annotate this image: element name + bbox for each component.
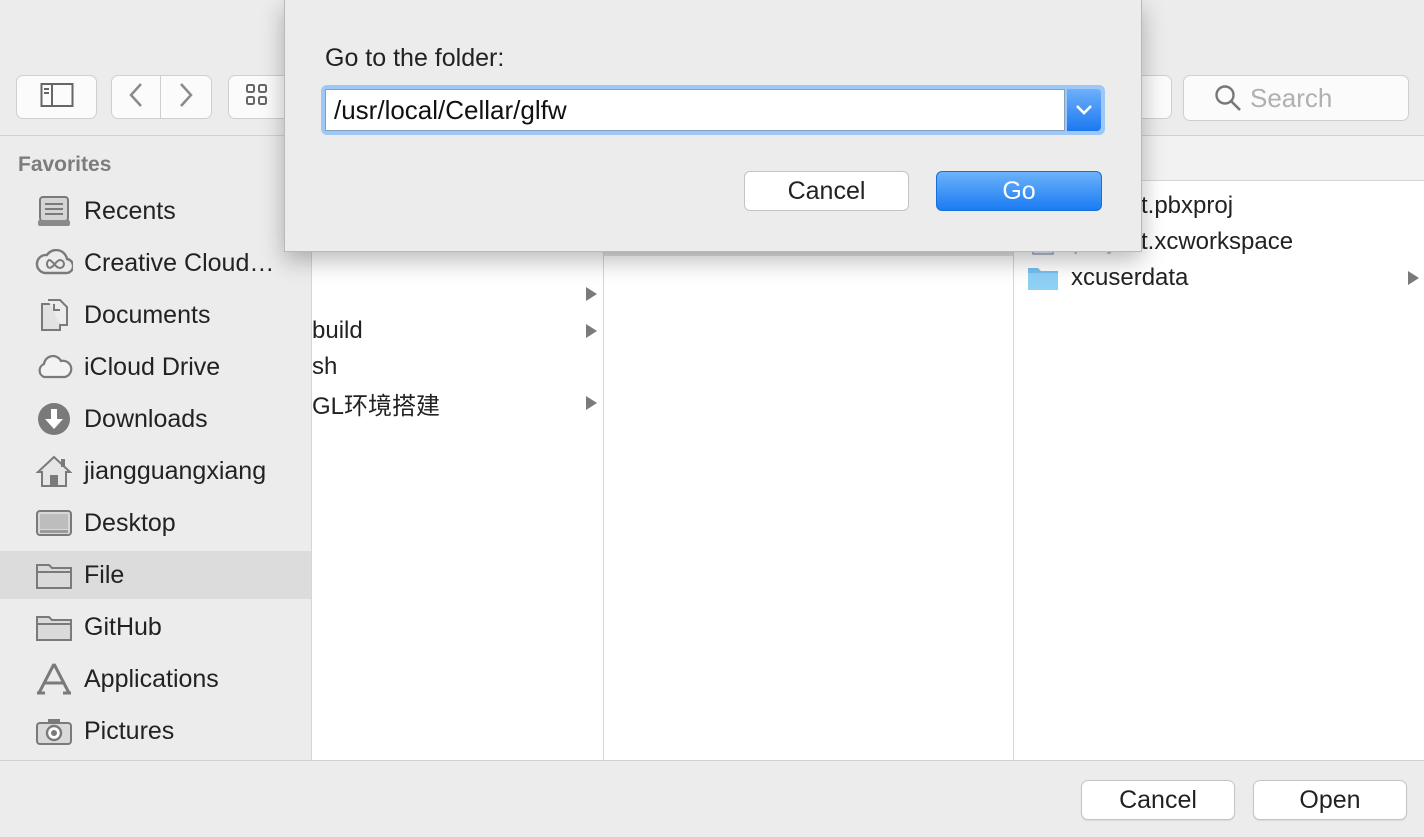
- search-placeholder: Search: [1250, 82, 1333, 113]
- sidebar-item-label: Pictures: [84, 716, 175, 745]
- recents-icon: [34, 191, 74, 231]
- applications-icon: [34, 659, 74, 699]
- list-item-label: t.xcworkspace: [1141, 228, 1294, 255]
- disclosure-arrow-icon: [586, 396, 597, 410]
- sidebar-item-label: Recents: [84, 196, 176, 225]
- sidebar-item-pictures[interactable]: Pictures: [0, 707, 311, 755]
- sidebar-item-downloads[interactable]: Downloads: [0, 395, 311, 443]
- disclosure-arrow-icon: [586, 287, 597, 301]
- sidebar-item-desktop[interactable]: Desktop: [0, 499, 311, 547]
- documents-icon: [34, 295, 74, 335]
- list-item[interactable]: [312, 276, 603, 312]
- sidebar-item-documents[interactable]: Documents: [0, 291, 311, 339]
- go-button[interactable]: Go: [936, 171, 1102, 211]
- path-combo-box[interactable]: /usr/local/Cellar/glfw: [321, 85, 1105, 135]
- sidebar-item-label: Creative Cloud…: [84, 248, 275, 277]
- disclosure-arrow-icon: [1408, 271, 1419, 285]
- sidebar-toggle-button[interactable]: [16, 75, 97, 119]
- list-item-label: build: [312, 317, 363, 344]
- sidebar-item-recents[interactable]: Recents: [0, 187, 311, 235]
- go-to-folder-sheet: Go to the folder: /usr/local/Cellar/glfw…: [284, 0, 1142, 252]
- disclosure-arrow-icon: [586, 324, 597, 338]
- sidebar-item-label: jiangguangxiang: [84, 456, 267, 485]
- sidebar-item-icloud-drive[interactable]: iCloud Drive: [0, 343, 311, 391]
- sidebar-item-file[interactable]: File: [0, 551, 311, 599]
- sidebar-icon: [40, 82, 74, 113]
- folder-icon: [1027, 265, 1059, 291]
- sheet-cancel-button[interactable]: Cancel: [744, 171, 909, 211]
- home-icon: [34, 451, 74, 491]
- forward-button[interactable]: [161, 75, 212, 119]
- sidebar: Favorites Recents Creative Cloud… Docume…: [0, 136, 311, 760]
- cancel-button[interactable]: Cancel: [1081, 780, 1235, 820]
- sidebar-item-label: Documents: [84, 300, 211, 329]
- creative-cloud-icon: [34, 243, 74, 283]
- bottom-bar: Cancel Open: [0, 760, 1424, 837]
- list-item[interactable]: xcuserdata: [1014, 260, 1424, 296]
- path-input[interactable]: /usr/local/Cellar/glfw: [325, 89, 1065, 131]
- search-icon: [1214, 84, 1242, 112]
- list-item[interactable]: sh: [312, 349, 603, 385]
- camera-icon: [34, 711, 74, 751]
- list-item[interactable]: GL环境搭建: [312, 385, 603, 421]
- downloads-icon: [34, 399, 74, 439]
- sidebar-item-label: File: [84, 560, 125, 589]
- search-field[interactable]: Search: [1183, 75, 1409, 121]
- grid-icon: [245, 83, 268, 111]
- list-item-label: xcuserdata: [1071, 264, 1189, 291]
- chevron-right-icon: [178, 81, 194, 114]
- sidebar-item-label: GitHub: [84, 612, 162, 641]
- sidebar-item-github[interactable]: GitHub: [0, 603, 311, 651]
- favorites-header: Favorites: [18, 153, 112, 176]
- list-item-label: t.pbxproj: [1141, 192, 1234, 219]
- sidebar-item-label: iCloud Drive: [84, 352, 221, 381]
- folder-icon: [34, 555, 74, 595]
- icon-view-button[interactable]: [228, 75, 284, 119]
- sidebar-item-label: Applications: [84, 664, 219, 693]
- sidebar-item-applications[interactable]: Applications: [0, 655, 311, 703]
- sidebar-item-label: Downloads: [84, 404, 208, 433]
- desktop-icon: [34, 503, 74, 543]
- sidebar-item-label: Desktop: [84, 508, 176, 537]
- sidebar-item-home[interactable]: jiangguangxiang: [0, 447, 311, 495]
- back-button[interactable]: [111, 75, 161, 119]
- list-item[interactable]: build: [312, 313, 603, 349]
- chevron-down-icon: [1075, 104, 1093, 116]
- sidebar-item-creative-cloud[interactable]: Creative Cloud…: [0, 239, 311, 287]
- list-item-label: sh: [312, 353, 338, 380]
- folder-icon: [34, 607, 74, 647]
- list-item-label: GL环境搭建: [312, 392, 441, 420]
- chevron-left-icon: [128, 81, 144, 114]
- sheet-title: Go to the folder:: [325, 44, 505, 72]
- open-button[interactable]: Open: [1253, 780, 1407, 820]
- path-history-dropdown[interactable]: [1067, 89, 1101, 131]
- icloud-icon: [34, 347, 74, 387]
